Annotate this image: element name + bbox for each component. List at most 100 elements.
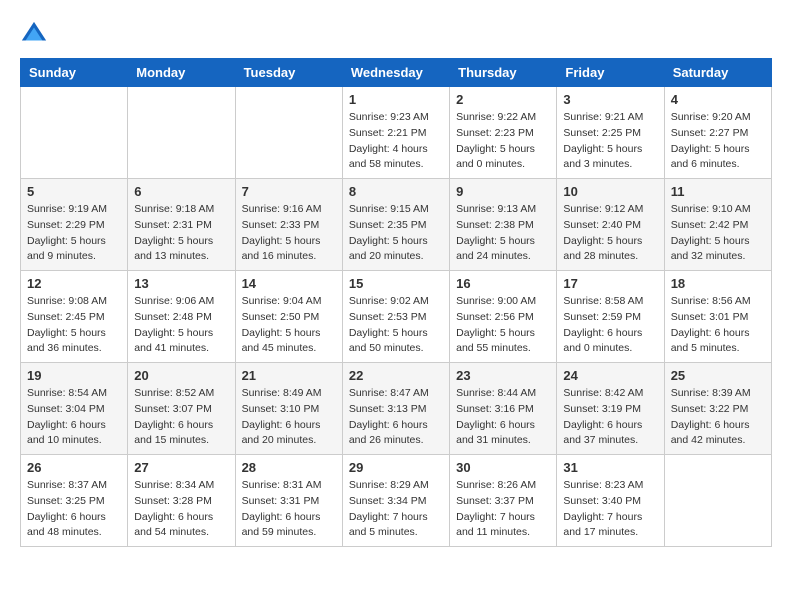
day-of-week-header: Saturday <box>664 59 771 87</box>
calendar-cell: 18 Sunrise: 8:56 AM Sunset: 3:01 PM Dayli… <box>664 271 771 363</box>
day-info: Sunrise: 8:34 AM Sunset: 3:28 PM Dayligh… <box>134 478 228 541</box>
page-header <box>20 20 772 48</box>
day-number: 26 <box>27 460 121 475</box>
logo-icon <box>20 20 48 48</box>
calendar-cell: 28 Sunrise: 8:31 AM Sunset: 3:31 PM Dayli… <box>235 455 342 547</box>
calendar-cell: 19 Sunrise: 8:54 AM Sunset: 3:04 PM Dayli… <box>21 363 128 455</box>
day-number: 9 <box>456 184 550 199</box>
calendar-cell: 26 Sunrise: 8:37 AM Sunset: 3:25 PM Dayli… <box>21 455 128 547</box>
day-info: Sunrise: 9:00 AM Sunset: 2:56 PM Dayligh… <box>456 294 550 357</box>
calendar-cell: 13Sunrise: 9:06 AM Sunset: 2:48 PM Dayli… <box>128 271 235 363</box>
day-info: Sunrise: 8:29 AM Sunset: 3:34 PM Dayligh… <box>349 478 443 541</box>
calendar-cell: 7 Sunrise: 9:16 AM Sunset: 2:33 PM Daylig… <box>235 179 342 271</box>
calendar-table: SundayMondayTuesdayWednesdayThursdayFrid… <box>20 58 772 547</box>
day-of-week-header: Thursday <box>450 59 557 87</box>
day-info: Sunrise: 8:39 AM Sunset: 3:22 PM Dayligh… <box>671 386 765 449</box>
calendar-cell: 1 Sunrise: 9:23 AM Sunset: 2:21 PM Daylig… <box>342 87 449 179</box>
day-info: Sunrise: 9:15 AM Sunset: 2:35 PM Dayligh… <box>349 202 443 265</box>
logo <box>20 20 52 48</box>
calendar-week-row: 12Sunrise: 9:08 AM Sunset: 2:45 PM Dayli… <box>21 271 772 363</box>
day-info: Sunrise: 9:19 AM Sunset: 2:29 PM Dayligh… <box>27 202 121 265</box>
day-number: 7 <box>242 184 336 199</box>
day-number: 4 <box>671 92 765 107</box>
calendar-cell: 5 Sunrise: 9:19 AM Sunset: 2:29 PM Daylig… <box>21 179 128 271</box>
day-number: 10 <box>563 184 657 199</box>
calendar-cell: 2 Sunrise: 9:22 AM Sunset: 2:23 PM Daylig… <box>450 87 557 179</box>
day-of-week-header: Tuesday <box>235 59 342 87</box>
day-number: 11 <box>671 184 765 199</box>
calendar-cell: 12Sunrise: 9:08 AM Sunset: 2:45 PM Dayli… <box>21 271 128 363</box>
day-number: 16 <box>456 276 550 291</box>
day-number: 5 <box>27 184 121 199</box>
calendar-week-row: 19 Sunrise: 8:54 AM Sunset: 3:04 PM Dayli… <box>21 363 772 455</box>
day-info: Sunrise: 8:23 AM Sunset: 3:40 PM Dayligh… <box>563 478 657 541</box>
day-info: Sunrise: 8:54 AM Sunset: 3:04 PM Dayligh… <box>27 386 121 449</box>
day-number: 15 <box>349 276 443 291</box>
day-info: Sunrise: 8:42 AM Sunset: 3:19 PM Dayligh… <box>563 386 657 449</box>
day-of-week-header: Wednesday <box>342 59 449 87</box>
day-info: Sunrise: 9:23 AM Sunset: 2:21 PM Dayligh… <box>349 110 443 173</box>
calendar-cell: 24 Sunrise: 8:42 AM Sunset: 3:19 PM Dayli… <box>557 363 664 455</box>
day-number: 23 <box>456 368 550 383</box>
calendar-cell: 8 Sunrise: 9:15 AM Sunset: 2:35 PM Daylig… <box>342 179 449 271</box>
calendar-cell: 23 Sunrise: 8:44 AM Sunset: 3:16 PM Dayli… <box>450 363 557 455</box>
day-info: Sunrise: 8:56 AM Sunset: 3:01 PM Dayligh… <box>671 294 765 357</box>
calendar-cell: 4 Sunrise: 9:20 AM Sunset: 2:27 PM Daylig… <box>664 87 771 179</box>
day-of-week-header: Sunday <box>21 59 128 87</box>
day-number: 24 <box>563 368 657 383</box>
calendar-cell: 29 Sunrise: 8:29 AM Sunset: 3:34 PM Dayli… <box>342 455 449 547</box>
calendar-cell: 25 Sunrise: 8:39 AM Sunset: 3:22 PM Dayli… <box>664 363 771 455</box>
day-number: 1 <box>349 92 443 107</box>
day-number: 27 <box>134 460 228 475</box>
day-info: Sunrise: 9:04 AM Sunset: 2:50 PM Dayligh… <box>242 294 336 357</box>
calendar-cell: 16 Sunrise: 9:00 AM Sunset: 2:56 PM Dayli… <box>450 271 557 363</box>
day-info: Sunrise: 9:21 AM Sunset: 2:25 PM Dayligh… <box>563 110 657 173</box>
day-number: 19 <box>27 368 121 383</box>
calendar-cell: 22Sunrise: 8:47 AM Sunset: 3:13 PM Dayli… <box>342 363 449 455</box>
calendar-cell: 17 Sunrise: 8:58 AM Sunset: 2:59 PM Dayli… <box>557 271 664 363</box>
day-info: Sunrise: 9:20 AM Sunset: 2:27 PM Dayligh… <box>671 110 765 173</box>
day-number: 22 <box>349 368 443 383</box>
calendar-week-row: 26 Sunrise: 8:37 AM Sunset: 3:25 PM Dayli… <box>21 455 772 547</box>
day-info: Sunrise: 9:10 AM Sunset: 2:42 PM Dayligh… <box>671 202 765 265</box>
calendar-cell: 20Sunrise: 8:52 AM Sunset: 3:07 PM Dayli… <box>128 363 235 455</box>
calendar-cell: 9 Sunrise: 9:13 AM Sunset: 2:38 PM Daylig… <box>450 179 557 271</box>
day-number: 20 <box>134 368 228 383</box>
day-info: Sunrise: 8:26 AM Sunset: 3:37 PM Dayligh… <box>456 478 550 541</box>
day-number: 8 <box>349 184 443 199</box>
day-number: 2 <box>456 92 550 107</box>
calendar-cell: 15 Sunrise: 9:02 AM Sunset: 2:53 PM Dayli… <box>342 271 449 363</box>
day-number: 18 <box>671 276 765 291</box>
day-info: Sunrise: 8:37 AM Sunset: 3:25 PM Dayligh… <box>27 478 121 541</box>
day-number: 13 <box>134 276 228 291</box>
day-number: 3 <box>563 92 657 107</box>
calendar-week-row: 5 Sunrise: 9:19 AM Sunset: 2:29 PM Daylig… <box>21 179 772 271</box>
day-info: Sunrise: 8:58 AM Sunset: 2:59 PM Dayligh… <box>563 294 657 357</box>
day-info: Sunrise: 9:16 AM Sunset: 2:33 PM Dayligh… <box>242 202 336 265</box>
day-number: 12 <box>27 276 121 291</box>
calendar-cell: 27 Sunrise: 8:34 AM Sunset: 3:28 PM Dayli… <box>128 455 235 547</box>
calendar-cell: 6Sunrise: 9:18 AM Sunset: 2:31 PM Daylig… <box>128 179 235 271</box>
day-info: Sunrise: 8:31 AM Sunset: 3:31 PM Dayligh… <box>242 478 336 541</box>
calendar-cell <box>21 87 128 179</box>
day-number: 31 <box>563 460 657 475</box>
day-number: 17 <box>563 276 657 291</box>
calendar-cell: 21Sunrise: 8:49 AM Sunset: 3:10 PM Dayli… <box>235 363 342 455</box>
day-number: 25 <box>671 368 765 383</box>
day-info: Sunrise: 8:44 AM Sunset: 3:16 PM Dayligh… <box>456 386 550 449</box>
day-info: Sunrise: 9:13 AM Sunset: 2:38 PM Dayligh… <box>456 202 550 265</box>
day-number: 28 <box>242 460 336 475</box>
calendar-cell <box>664 455 771 547</box>
calendar-cell: 30Sunrise: 8:26 AM Sunset: 3:37 PM Dayli… <box>450 455 557 547</box>
day-number: 29 <box>349 460 443 475</box>
calendar-cell: 14 Sunrise: 9:04 AM Sunset: 2:50 PM Dayli… <box>235 271 342 363</box>
day-info: Sunrise: 9:02 AM Sunset: 2:53 PM Dayligh… <box>349 294 443 357</box>
day-info: Sunrise: 8:49 AM Sunset: 3:10 PM Dayligh… <box>242 386 336 449</box>
calendar-week-row: 1 Sunrise: 9:23 AM Sunset: 2:21 PM Daylig… <box>21 87 772 179</box>
calendar-cell: 10 Sunrise: 9:12 AM Sunset: 2:40 PM Dayli… <box>557 179 664 271</box>
day-info: Sunrise: 9:22 AM Sunset: 2:23 PM Dayligh… <box>456 110 550 173</box>
day-number: 14 <box>242 276 336 291</box>
calendar-cell: 3 Sunrise: 9:21 AM Sunset: 2:25 PM Daylig… <box>557 87 664 179</box>
day-number: 6 <box>134 184 228 199</box>
day-info: Sunrise: 9:12 AM Sunset: 2:40 PM Dayligh… <box>563 202 657 265</box>
